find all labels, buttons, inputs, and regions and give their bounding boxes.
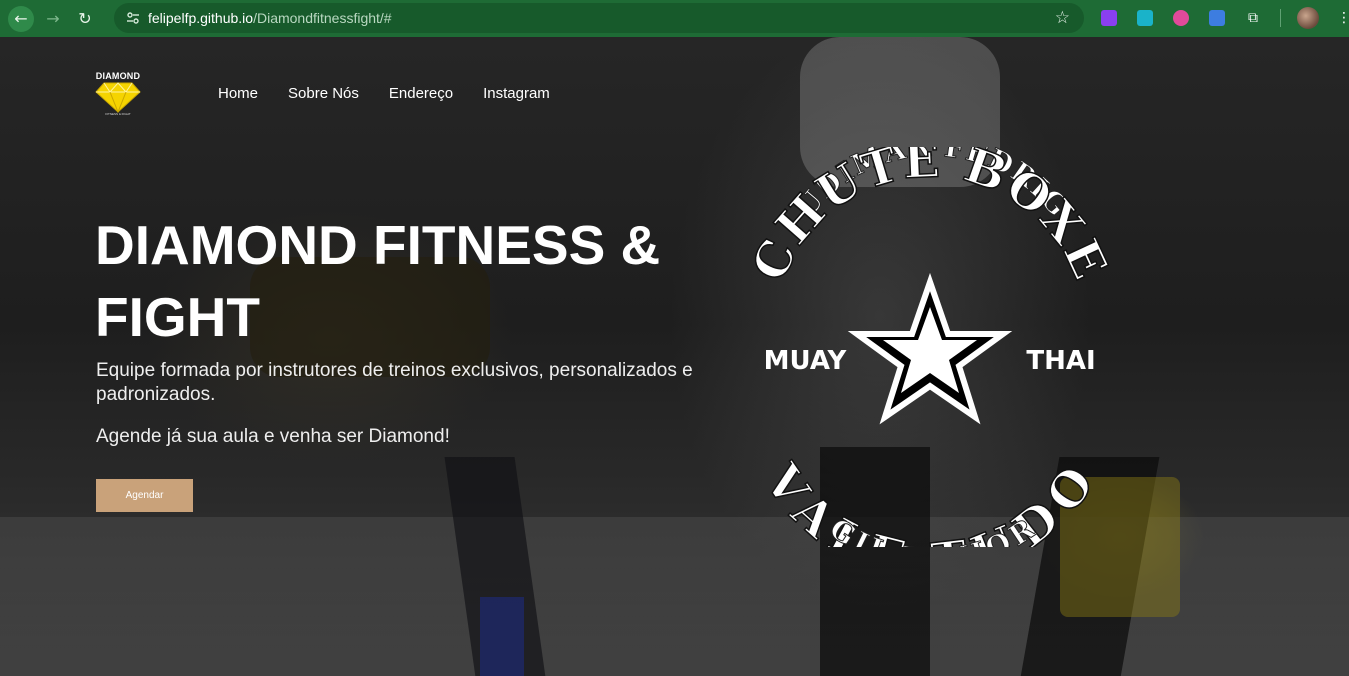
nav-endereco[interactable]: Endereço bbox=[389, 85, 453, 102]
hero-description: Equipe formada por instrutores de treino… bbox=[96, 360, 693, 405]
document-extension-icon[interactable] bbox=[1204, 5, 1230, 31]
star-icon bbox=[847, 272, 1013, 425]
profile-avatar[interactable] bbox=[1295, 5, 1321, 31]
nav-home[interactable]: Home bbox=[218, 85, 258, 102]
hero-title: DIAMOND FITNESS & FIGHT bbox=[95, 214, 661, 348]
nav-instagram[interactable]: Instagram bbox=[483, 85, 550, 102]
address-bar[interactable]: felipelfp.github.io/Diamondfitnessfight/… bbox=[114, 3, 1084, 33]
diamond-logo[interactable]: DIAMOND FITNESS & FIGHT bbox=[88, 71, 148, 121]
logo-word: DIAMOND bbox=[95, 71, 141, 81]
forward-arrow-icon[interactable]: → bbox=[40, 6, 66, 32]
chute-boxe-emblem: RUDIMAR FEDRIGO CHUTE BOXE VALE TUDO GIL… bbox=[735, 147, 1118, 547]
nav-sobre-nos[interactable]: Sobre Nós bbox=[288, 85, 359, 102]
svg-text:VALE TUDO: VALE TUDO bbox=[752, 454, 1106, 547]
emblem-upper-arc: CHUTE BOXE bbox=[741, 147, 1118, 290]
logo-subtitle: FITNESS & FIGHT bbox=[105, 112, 131, 116]
hero-section: DIAMOND FITNESS & FIGHT Home Sobre Nós E… bbox=[0, 37, 1349, 676]
url-text: felipelfp.github.io/Diamondfitnessfight/… bbox=[148, 10, 392, 26]
background-fighter-sock bbox=[480, 597, 524, 676]
reload-icon[interactable]: ↻ bbox=[72, 6, 98, 32]
toolbar-divider bbox=[1280, 9, 1281, 27]
agendar-button[interactable]: Agendar bbox=[96, 479, 193, 512]
hero-cta-text: Agende já sua aula e venha ser Diamond! bbox=[96, 426, 450, 447]
cyan-extension-icon[interactable] bbox=[1132, 5, 1158, 31]
extensions-area: ⧉ ⋮ bbox=[1096, 5, 1349, 31]
back-arrow-icon[interactable]: ← bbox=[8, 5, 34, 32]
menu-kebab-icon[interactable]: ⋮ bbox=[1331, 5, 1349, 31]
diamond-icon bbox=[95, 82, 141, 113]
emblem-lower-arc: VALE TUDO bbox=[752, 453, 1106, 547]
main-nav: Home Sobre Nós Endereço Instagram bbox=[218, 85, 550, 102]
puzzle-extensions-icon[interactable]: ⧉ bbox=[1240, 5, 1266, 31]
browser-toolbar: ← → ↻ felipelfp.github.io/Diamondfitness… bbox=[0, 0, 1349, 37]
url-host: felipelfp.github.io bbox=[148, 10, 254, 26]
site-settings-icon[interactable] bbox=[118, 3, 148, 33]
url-path: /Diamondfitnessfight/# bbox=[253, 10, 392, 26]
bookmark-star-icon[interactable]: ☆ bbox=[1055, 8, 1070, 28]
emblem-right-text: THAI bbox=[1026, 346, 1095, 376]
emblem-left-text: MUAY bbox=[764, 346, 848, 376]
rocket-extension-icon[interactable] bbox=[1096, 5, 1122, 31]
svg-text:CHUTE BOXE: CHUTE BOXE bbox=[741, 147, 1118, 289]
pink-extension-icon[interactable] bbox=[1168, 5, 1194, 31]
